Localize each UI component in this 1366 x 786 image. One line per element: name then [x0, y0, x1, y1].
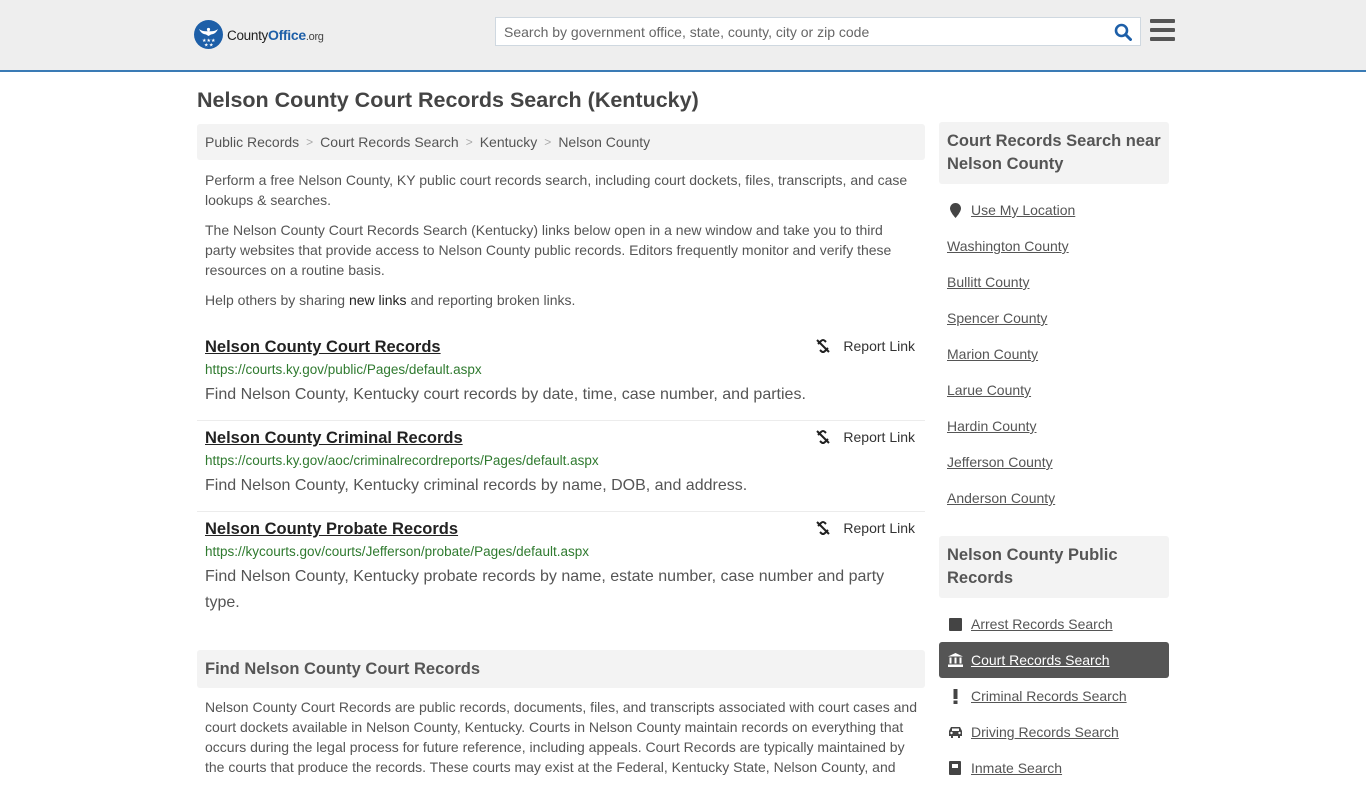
share-links-paragraph: Help others by sharing new links and rep… — [197, 290, 925, 310]
site-header: ★ ★ ★ ★ ★ CountyOffice.org — [0, 0, 1366, 72]
report-link-button[interactable]: Report Link — [815, 520, 915, 536]
broken-link-icon — [816, 521, 831, 535]
intro: Perform a free Nelson County, KY public … — [197, 170, 925, 310]
record-description: Find Nelson County, Kentucky probate rec… — [205, 568, 885, 611]
find-records-body: Nelson County Court Records are public r… — [205, 699, 918, 775]
sidebar-item-label[interactable]: Inmate Search — [971, 760, 1062, 776]
main-content: Public Records > Court Records Search > … — [197, 124, 925, 625]
find-records-heading: Find Nelson County Court Records — [197, 650, 925, 688]
report-link-button[interactable]: Report Link — [815, 429, 915, 445]
exclamation-icon — [947, 688, 963, 704]
sidebar-item-label[interactable]: Court Records Search — [971, 652, 1110, 668]
map-marker-icon — [947, 202, 963, 218]
share-text: Help others by sharing — [205, 292, 349, 308]
inmate-icon — [947, 761, 963, 775]
use-my-location-link[interactable]: Use My Location — [971, 202, 1075, 218]
page-title: Nelson County Court Records Search (Kent… — [197, 88, 699, 112]
report-link-label: Report Link — [843, 338, 915, 354]
sidebar-item-court-records[interactable]: Court Records Search — [939, 642, 1169, 678]
breadcrumb-kentucky[interactable]: Kentucky — [480, 134, 538, 150]
nearby-county-link[interactable]: Hardin County — [947, 418, 1037, 434]
nearby-county-item: Washington County — [939, 228, 1169, 264]
nearby-county-item: Bullitt County — [939, 264, 1169, 300]
record-description: Find Nelson County, Kentucky criminal re… — [205, 477, 748, 494]
broken-link-icon — [816, 430, 831, 444]
record-url: https://kycourts.gov/courts/Jefferson/pr… — [205, 544, 589, 559]
sidebar-item-criminal-records[interactable]: Criminal Records Search — [939, 678, 1169, 714]
nearby-county-link[interactable]: Spencer County — [947, 310, 1047, 326]
nearby-county-item: Jefferson County — [939, 444, 1169, 480]
search-input[interactable] — [496, 18, 1106, 45]
record-url: https://courts.ky.gov/public/Pages/defau… — [205, 362, 482, 377]
sidebar-item-label[interactable]: Arrest Records Search — [971, 616, 1113, 632]
intro-paragraph: The Nelson County Court Records Search (… — [205, 222, 892, 278]
breadcrumb-public-records[interactable]: Public Records — [205, 134, 299, 150]
nearby-county-link[interactable]: Larue County — [947, 382, 1031, 398]
record-item: Nelson County Probate Records https://ky… — [197, 512, 925, 625]
nearby-county-item: Spencer County — [939, 300, 1169, 336]
eagle-logo-icon: ★ ★ ★ ★ ★ — [194, 20, 223, 49]
breadcrumb-separator: > — [465, 135, 473, 149]
report-link-button[interactable]: Report Link — [815, 338, 915, 354]
broken-link-icon — [816, 339, 831, 353]
nearby-county-link[interactable]: Washington County — [947, 238, 1069, 254]
search-icon — [1114, 23, 1132, 41]
search-bar — [495, 17, 1141, 46]
courthouse-icon — [947, 653, 963, 667]
breadcrumb-separator: > — [544, 135, 552, 149]
breadcrumb-court-records-search[interactable]: Court Records Search — [320, 134, 459, 150]
record-title-link[interactable]: Nelson County Court Records — [205, 338, 441, 356]
logo-text: CountyOffice.org — [227, 26, 324, 43]
sidebar: Court Records Search near Nelson County … — [939, 122, 1169, 786]
hamburger-menu-icon-bar — [1150, 37, 1175, 41]
record-title-link[interactable]: Nelson County Criminal Records — [205, 429, 463, 447]
sidebar-item-driving-records[interactable]: Driving Records Search — [939, 714, 1169, 750]
record-item: Nelson County Court Records https://cour… — [197, 330, 925, 421]
sidebar-item-inmate-search[interactable]: Inmate Search — [939, 750, 1169, 786]
svg-text:★: ★ — [209, 43, 214, 49]
hamburger-menu-icon-bar — [1150, 28, 1175, 32]
use-my-location-item: Use My Location — [939, 192, 1169, 228]
intro-paragraph: Perform a free Nelson County, KY public … — [205, 172, 908, 208]
nearby-county-item: Hardin County — [939, 408, 1169, 444]
site-logo[interactable]: ★ ★ ★ ★ ★ CountyOffice.org — [194, 20, 324, 49]
public-records-heading: Nelson County Public Records — [939, 536, 1169, 598]
nearby-county-list: Use My Location Washington County Bullit… — [939, 192, 1169, 516]
record-list: Nelson County Court Records https://cour… — [197, 330, 925, 625]
record-description: Find Nelson County, Kentucky court recor… — [205, 386, 806, 403]
nearby-county-link[interactable]: Jefferson County — [947, 454, 1053, 470]
public-records-list: Arrest Records Search Court Records Sear… — [939, 606, 1169, 786]
nearby-county-link[interactable]: Bullitt County — [947, 274, 1029, 290]
square-icon — [947, 617, 963, 631]
nearby-county-link[interactable]: Marion County — [947, 346, 1038, 362]
record-title-link[interactable]: Nelson County Probate Records — [205, 520, 458, 538]
nearby-heading: Court Records Search near Nelson County — [939, 122, 1169, 184]
search-button[interactable] — [1106, 18, 1140, 45]
hamburger-menu-icon-bar — [1150, 19, 1175, 23]
report-link-label: Report Link — [843, 429, 915, 445]
car-icon — [947, 726, 963, 738]
nearby-county-item: Anderson County — [939, 480, 1169, 516]
sidebar-item-label[interactable]: Criminal Records Search — [971, 688, 1127, 704]
sidebar-item-label[interactable]: Driving Records Search — [971, 724, 1119, 740]
hamburger-menu-button[interactable] — [1150, 19, 1175, 41]
breadcrumb: Public Records > Court Records Search > … — [197, 124, 925, 160]
record-url: https://courts.ky.gov/aoc/criminalrecord… — [205, 453, 599, 468]
breadcrumb-nelson-county[interactable]: Nelson County — [558, 134, 650, 150]
record-item: Nelson County Criminal Records https://c… — [197, 421, 925, 512]
sidebar-item-arrest-records[interactable]: Arrest Records Search — [939, 606, 1169, 642]
share-text: and reporting broken links. — [406, 292, 576, 308]
nearby-county-item: Marion County — [939, 336, 1169, 372]
new-links-link[interactable]: new links — [349, 292, 407, 308]
breadcrumb-separator: > — [306, 135, 314, 149]
report-link-label: Report Link — [843, 520, 915, 536]
nearby-county-item: Larue County — [939, 372, 1169, 408]
nearby-county-link[interactable]: Anderson County — [947, 490, 1055, 506]
